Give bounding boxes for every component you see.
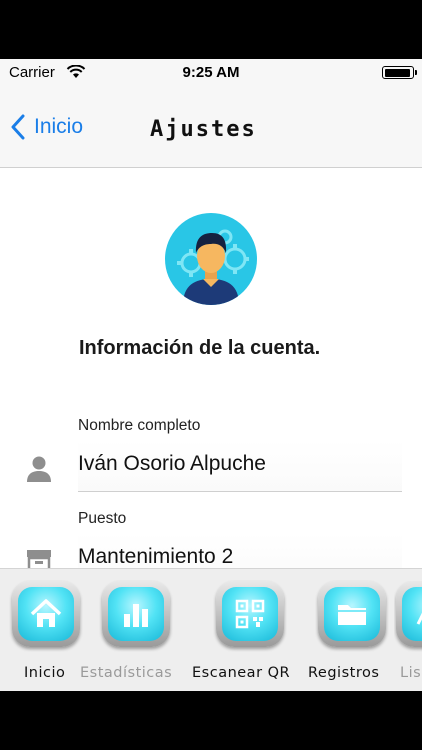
clock: 9:25 AM: [182, 64, 240, 81]
home-icon: [30, 599, 62, 627]
page-title: Ajustes: [150, 117, 257, 142]
full-name-value: Iván Osorio Alpuche: [78, 452, 266, 475]
avatar: [165, 213, 257, 305]
tab-registros[interactable]: Registros: [308, 581, 398, 685]
tab-escanear-qr[interactable]: Escanear QR: [192, 581, 292, 685]
qr-code-icon: [235, 599, 265, 629]
tab-button: [318, 581, 386, 647]
folder-icon: [338, 605, 366, 625]
tab-label: Estadísticas: [80, 665, 173, 681]
bar-chart-icon: [124, 604, 148, 627]
full-name-field[interactable]: Iván Osorio Alpuche: [78, 440, 402, 492]
battery-icon: [382, 66, 417, 79]
tab-button: [216, 581, 284, 647]
tab-label: Escanear QR: [192, 665, 291, 681]
tab-button: [396, 581, 422, 647]
list-icon: [416, 612, 422, 625]
position-value: Mantenimiento 2: [78, 545, 234, 568]
tab-label: Lis: [400, 665, 422, 681]
back-label: Inicio: [34, 115, 84, 138]
tab-button: [12, 581, 80, 647]
back-button[interactable]: Inicio: [10, 114, 83, 140]
navigation-bar: Inicio Ajustes: [0, 87, 422, 168]
tab-inicio[interactable]: Inicio: [10, 581, 90, 685]
tab-lis[interactable]: Lis: [394, 581, 422, 685]
account-info-heading: Información de la cuenta.: [79, 337, 321, 359]
person-icon: [27, 456, 51, 482]
settings-screen: Carrier 9:25 AM Inicio Ajustes Informaci…: [0, 59, 422, 691]
tab-bar: Inicio Estadísticas Escanear QR Registro…: [0, 568, 422, 691]
chevron-left-icon: [11, 114, 25, 140]
tab-estadisticas[interactable]: Estadísticas: [80, 581, 200, 685]
tab-label: Registros: [308, 665, 380, 681]
full-name-label: Nombre completo: [78, 417, 201, 434]
status-bar: Carrier 9:25 AM: [0, 59, 422, 87]
position-label: Puesto: [78, 510, 127, 527]
screen: Carrier 9:25 AM Inicio Ajustes Informaci…: [0, 0, 422, 750]
tab-label: Inicio: [24, 665, 66, 681]
tab-button: [102, 581, 170, 647]
